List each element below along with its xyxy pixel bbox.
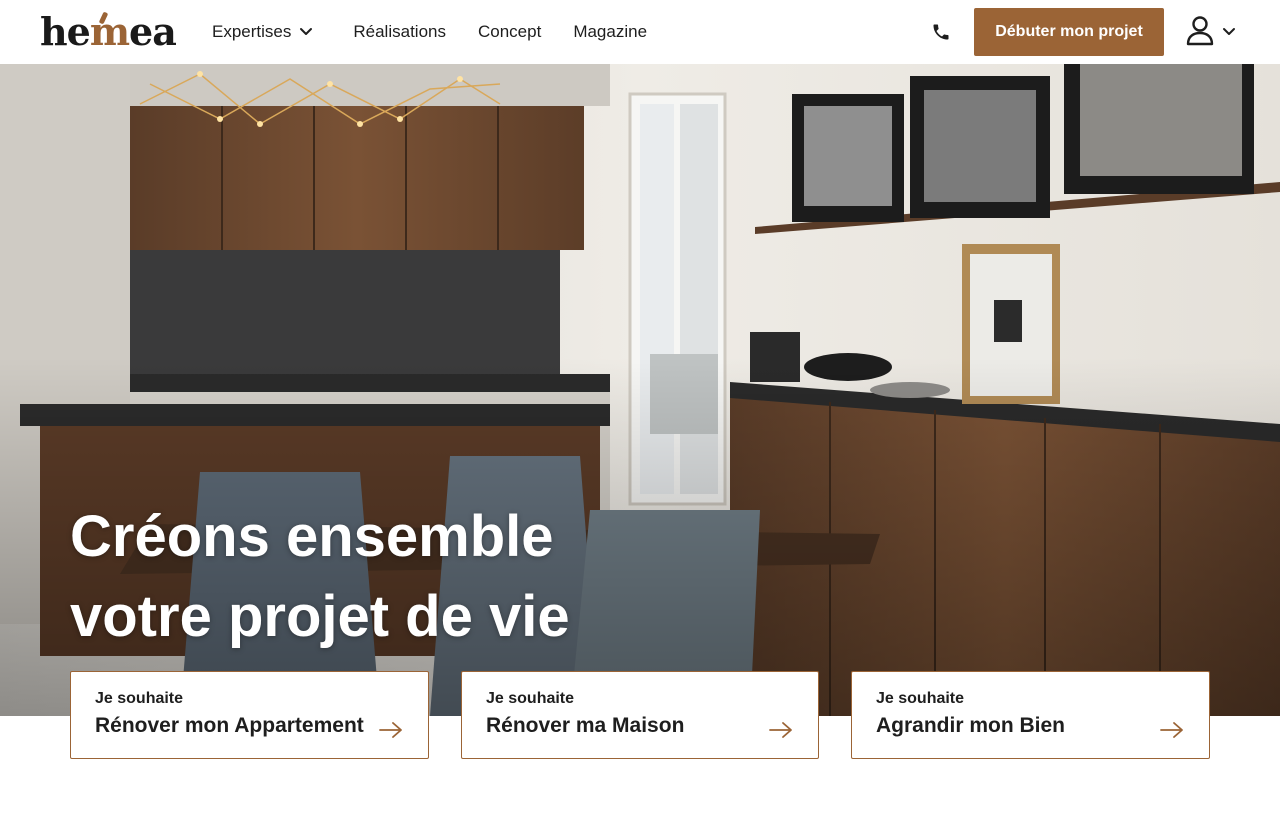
hemea-logo[interactable]: hemea	[40, 9, 177, 54]
hero-section: Créons ensemble votre projet de vie	[0, 64, 1280, 716]
user-icon	[1184, 14, 1216, 50]
nav-item-label: Magazine	[573, 22, 648, 41]
logo-text-m: m	[89, 9, 130, 54]
arrow-right-icon	[379, 722, 402, 738]
logo-text-prefix: he	[40, 9, 91, 54]
card-prefix: Je souhaite	[486, 690, 575, 707]
nav-item-label: Concept	[477, 22, 542, 41]
card-label: Rénover mon Appartement	[95, 714, 364, 737]
hero-title: Créons ensemble votre projet de vie	[70, 497, 770, 657]
card-prefix: Je souhaite	[876, 690, 965, 707]
project-card-appartement[interactable]: Je souhaite Rénover mon Appartement	[70, 671, 429, 759]
site-header: hemea Expertises Réalisations Concept Ma…	[0, 0, 1280, 64]
start-project-button[interactable]: Débuter mon projet	[974, 8, 1164, 56]
arrow-right-icon	[769, 722, 792, 738]
nav-item-label: Réalisations	[353, 22, 446, 41]
hero-title-line-2: votre projet de vie	[70, 584, 570, 649]
chevron-down-icon	[299, 27, 313, 37]
nav-item-realisations[interactable]: Réalisations	[353, 0, 446, 64]
card-prefix: Je souhaite	[95, 690, 184, 707]
start-project-label: Débuter mon projet	[995, 23, 1143, 40]
logo-text-suffix: ea	[129, 9, 177, 54]
chevron-down-icon	[1222, 27, 1236, 37]
nav-item-concept[interactable]: Concept	[478, 0, 541, 64]
nav-item-label: Expertises	[212, 22, 292, 41]
card-label: Agrandir mon Bien	[876, 714, 1066, 737]
project-card-agrandir[interactable]: Je souhaite Agrandir mon Bien	[851, 671, 1210, 759]
hero-title-line-1: Créons ensemble	[70, 504, 554, 569]
phone-icon[interactable]	[929, 20, 953, 44]
arrow-right-icon	[1160, 722, 1183, 738]
main-nav: Expertises Réalisations Concept Magazine	[212, 0, 647, 64]
account-menu[interactable]	[1184, 14, 1240, 50]
nav-item-magazine[interactable]: Magazine	[573, 0, 647, 64]
project-card-maison[interactable]: Je souhaite Rénover ma Maison	[461, 671, 819, 759]
nav-item-expertises[interactable]: Expertises	[212, 0, 313, 64]
card-label: Rénover ma Maison	[486, 714, 685, 737]
